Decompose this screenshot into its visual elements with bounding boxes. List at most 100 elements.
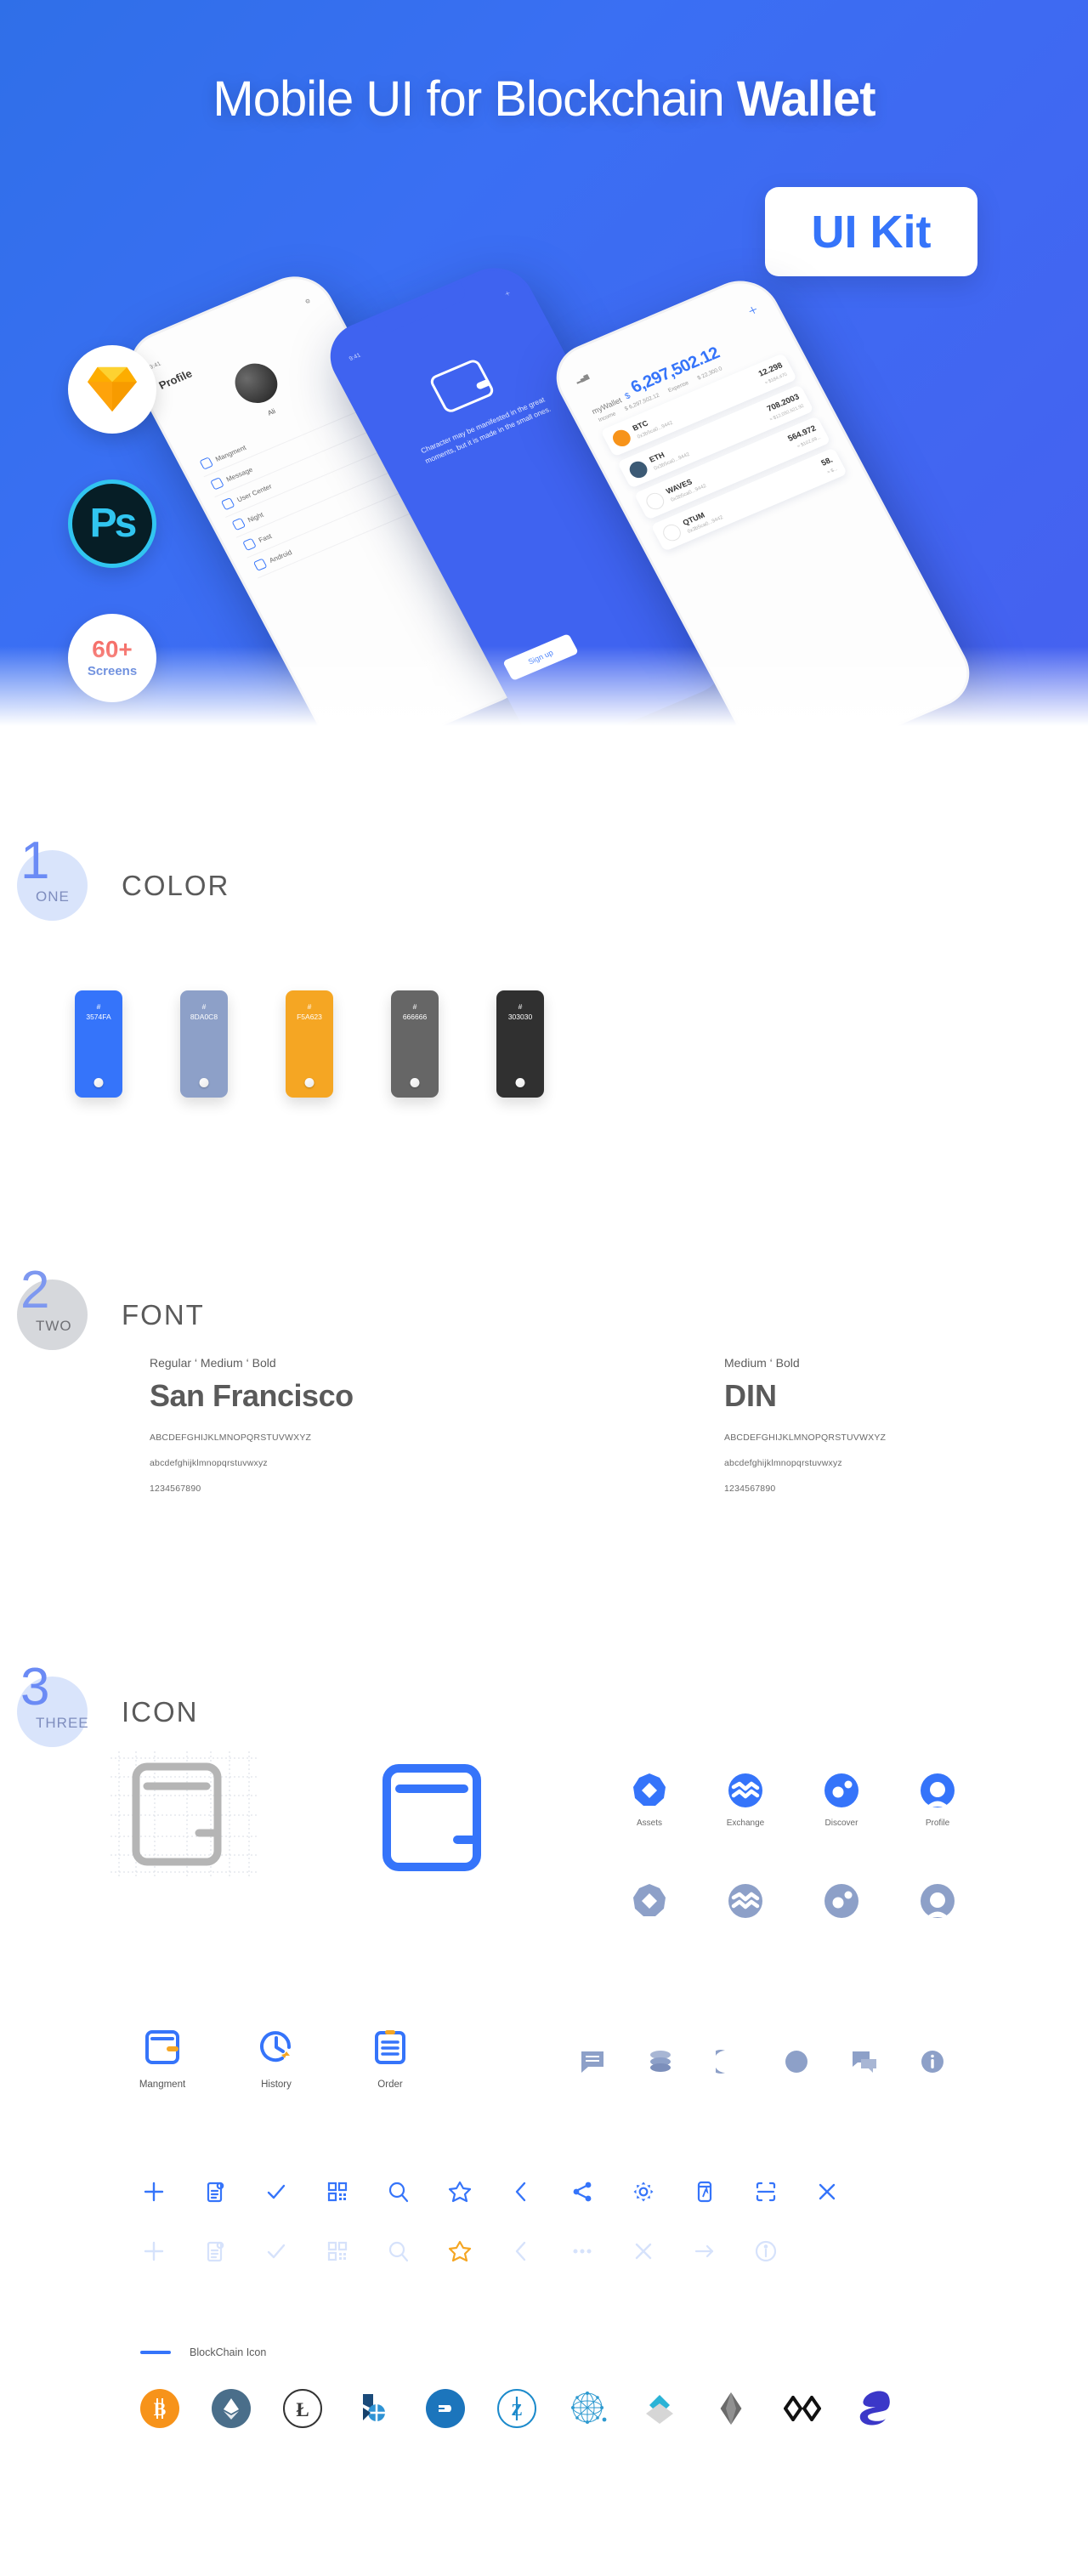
search-icon[interactable] <box>388 2240 410 2262</box>
color-swatch[interactable]: #303030 <box>496 990 544 1098</box>
eos-icon[interactable] <box>711 2389 751 2428</box>
color-swatch-dot <box>410 1078 420 1087</box>
info-icon[interactable] <box>920 2049 945 2074</box>
avatar <box>227 357 285 410</box>
chevron-left-icon[interactable] <box>510 2181 532 2203</box>
search-icon[interactable] <box>388 2181 410 2203</box>
message-icon[interactable] <box>580 2049 605 2074</box>
wallet-icon <box>199 457 214 470</box>
star-icon[interactable] <box>449 2181 471 2203</box>
document-settings-icon[interactable] <box>204 2181 226 2203</box>
exchange-icon <box>728 1773 762 1807</box>
tab-icon-exchange-inactive[interactable] <box>721 1883 770 1923</box>
section-number: 3 <box>20 1658 50 1716</box>
font-weights: Medium ‘ Bold <box>724 1356 800 1370</box>
chat-icon[interactable] <box>852 2049 877 2074</box>
color-swatch-dot <box>199 1078 209 1087</box>
qr-code-icon[interactable] <box>326 2240 348 2262</box>
moon-icon[interactable] <box>716 2049 741 2074</box>
qr-code-icon[interactable] <box>326 2181 348 2203</box>
share-icon[interactable] <box>571 2181 593 2203</box>
zcash-icon[interactable]: Z <box>497 2389 536 2428</box>
wallet-icon <box>428 357 496 415</box>
font-lowercase-sample: abcdefghijklmnopqrstuvwxyz <box>724 1458 842 1468</box>
sketch-diamond-icon <box>88 366 137 412</box>
plus-icon[interactable] <box>143 2240 165 2262</box>
profile-icon <box>921 1773 955 1807</box>
bitcoin-icon[interactable]: B <box>140 2389 179 2428</box>
database-stack-icon[interactable] <box>648 2049 673 2074</box>
list-item-label: Android <box>268 548 293 565</box>
plus-icon[interactable] <box>143 2181 165 2203</box>
color-swatch-hex: #3574FA <box>86 1002 111 1022</box>
dash-icon[interactable] <box>426 2389 465 2428</box>
font-numerals-sample: 1234567890 <box>150 1484 201 1494</box>
color-swatch[interactable]: #3574FA <box>75 990 122 1098</box>
font-uppercase-sample: ABCDEFGHIJKLMNOPQRSTUVWXYZ <box>150 1433 312 1443</box>
font-family-din: Medium ‘ Bold DIN ABCDEFGHIJKLMNOPQRSTUV… <box>724 1356 1064 1509</box>
currency-symbol: $ <box>623 391 632 402</box>
flash-icon <box>242 537 257 552</box>
tab-icon-assets[interactable]: Assets <box>625 1773 674 1828</box>
close-icon[interactable] <box>816 2181 838 2203</box>
arrow-right-icon[interactable] <box>694 2240 716 2262</box>
list-item-label: Fast <box>257 531 274 544</box>
card-icon[interactable] <box>694 2181 716 2203</box>
document-settings-icon[interactable] <box>204 2240 226 2262</box>
check-icon[interactable] <box>265 2240 287 2262</box>
circle-icon[interactable] <box>784 2049 809 2074</box>
check-icon[interactable] <box>265 2181 287 2203</box>
scan-icon[interactable] <box>755 2181 777 2203</box>
more-dots-icon[interactable] <box>571 2240 593 2262</box>
waves-icon <box>643 490 667 512</box>
section-font-header: 2 TWO FONT <box>17 1264 205 1350</box>
bitshares-icon[interactable] <box>354 2389 394 2428</box>
section-number-word: TWO <box>36 1318 72 1334</box>
hero-fade-overlay <box>0 646 1088 748</box>
moon-icon <box>231 517 246 531</box>
feature-icon-order[interactable]: Order <box>360 2028 421 2090</box>
onboarding-paragraph: Character may be manifested in the great… <box>419 394 552 465</box>
line-icon-row <box>143 2181 838 2203</box>
tab-icon-discover[interactable]: Discover <box>817 1773 866 1828</box>
color-swatch[interactable]: #666666 <box>391 990 439 1098</box>
tab-icon-profile-inactive[interactable] <box>913 1883 962 1923</box>
wallet-management-icon <box>145 2030 179 2064</box>
tab-icon-profile[interactable]: Profile <box>913 1773 962 1828</box>
phone-mockups: 9:41 ⚙ Profile Ali Mangment Message User… <box>0 0 1088 748</box>
discover-icon <box>824 1773 858 1807</box>
tab-icon-row-inactive <box>625 1883 962 1923</box>
feature-icon-mangment[interactable]: Mangment <box>132 2028 193 2090</box>
font-uppercase-sample: ABCDEFGHIJKLMNOPQRSTUVWXYZ <box>724 1433 887 1443</box>
nano-icon[interactable] <box>854 2389 893 2428</box>
star-icon[interactable] <box>449 2240 471 2262</box>
color-swatch-dot <box>515 1078 525 1087</box>
plus-icon[interactable]: ＋ <box>503 289 513 299</box>
color-swatch[interactable]: #8DA0C8 <box>180 990 228 1098</box>
ethereum-icon[interactable] <box>212 2389 251 2428</box>
qtum-icon[interactable] <box>569 2389 608 2428</box>
qtum-icon <box>660 521 684 543</box>
bytom-icon[interactable] <box>783 2389 822 2428</box>
feature-icon-history[interactable]: History <box>246 2028 307 2090</box>
blockchain-divider <box>140 2351 171 2354</box>
litecoin-icon[interactable]: Ł <box>283 2389 322 2428</box>
close-icon[interactable] <box>632 2240 654 2262</box>
info-icon[interactable] <box>755 2240 777 2262</box>
gray-icon-row <box>580 2049 945 2074</box>
gear-icon[interactable] <box>632 2181 654 2203</box>
blockchain-coin-row: B Ł Z <box>140 2389 893 2428</box>
color-swatch[interactable]: # F5A623 <box>286 990 333 1098</box>
waves-icon[interactable] <box>640 2389 679 2428</box>
tab-icon-assets-inactive[interactable] <box>625 1883 674 1923</box>
add-button[interactable]: ＋ <box>745 302 761 319</box>
svg-text:B: B <box>154 2398 167 2420</box>
tab-icon-discover-inactive[interactable] <box>817 1883 866 1923</box>
chevron-left-icon[interactable] <box>510 2240 532 2262</box>
tab-icon-exchange[interactable]: Exchange <box>721 1773 770 1828</box>
discover-icon <box>824 1884 858 1918</box>
color-swatch-hex: #666666 <box>402 1002 428 1022</box>
tab-icon-label: Discover <box>824 1819 858 1828</box>
signal-icon: ▂▄▆ <box>575 373 591 384</box>
font-name: San Francisco <box>150 1378 354 1413</box>
